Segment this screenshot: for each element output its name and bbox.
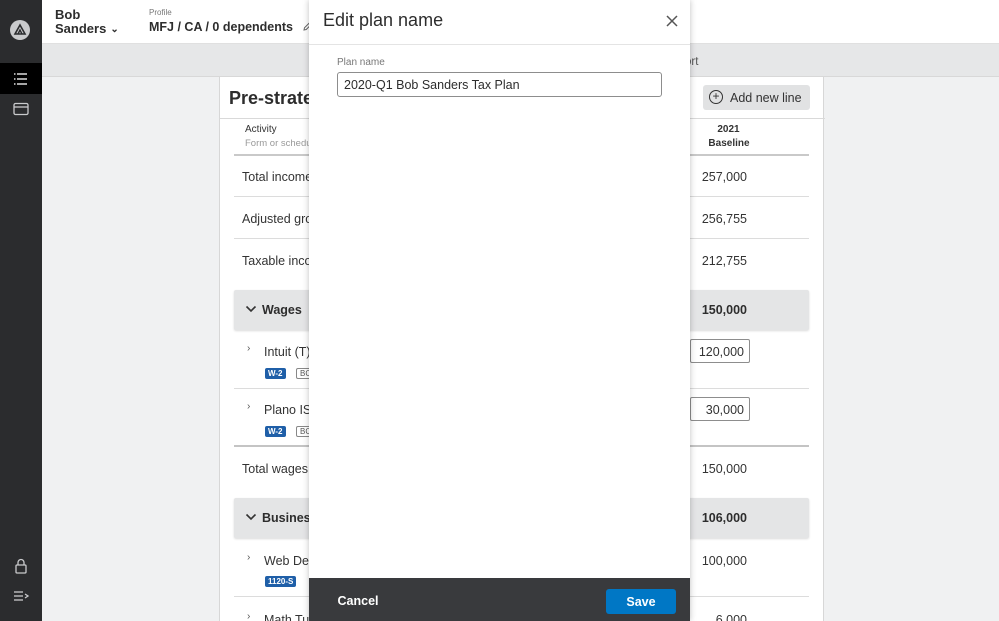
wage-amount-input[interactable]: 120,000: [690, 339, 750, 363]
row-label-total-wages: Total wages: [242, 462, 309, 476]
column-baseline: Baseline: [708, 138, 750, 149]
menu-collapse-icon[interactable]: [11, 586, 31, 606]
form-tag: 1120-S: [265, 576, 297, 587]
chevron-down-icon: [245, 302, 257, 314]
edit-plan-name-dialog: Edit plan name Plan name Cancel Save: [309, 0, 690, 621]
row-label-total-income: Total income: [242, 170, 313, 184]
chevron-right-icon[interactable]: ›: [247, 611, 250, 621]
card-icon[interactable]: [11, 99, 31, 119]
row-label-taxable-income: Taxable incor: [242, 254, 316, 268]
client-first-name: Bob: [55, 7, 81, 22]
row-label-agi: Adjusted gros: [242, 212, 319, 226]
dialog-footer: Cancel Save: [309, 578, 690, 621]
add-new-line-button[interactable]: + Add new line: [703, 85, 810, 110]
app-logo-icon[interactable]: [10, 20, 30, 40]
column-activity: Activity: [245, 124, 277, 135]
form-tag: W-2: [265, 426, 286, 437]
profile-summary: MFJ / CA / 0 dependents: [149, 20, 314, 34]
wage-amount-input[interactable]: 30,000: [690, 397, 750, 421]
form-tag: W-2: [265, 368, 286, 379]
add-new-line-label: Add new line: [730, 91, 802, 105]
profile-value: MFJ / CA / 0 dependents: [149, 20, 294, 34]
column-activity-sub: Form or schedu: [245, 138, 312, 149]
divider: [309, 44, 690, 45]
plan-name-label: Plan name: [337, 57, 385, 68]
plan-name-input[interactable]: [337, 72, 662, 97]
cancel-button[interactable]: Cancel: [329, 588, 387, 613]
chevron-right-icon[interactable]: ›: [247, 401, 250, 412]
wage-item-label: Intuit (T): [264, 345, 311, 359]
business-item-label: Web Des: [264, 554, 316, 568]
column-year: 2021: [717, 124, 740, 135]
chevron-right-icon[interactable]: ›: [247, 552, 250, 563]
section-label: Wages: [262, 303, 302, 317]
close-icon[interactable]: [665, 14, 679, 28]
chevron-right-icon[interactable]: ›: [247, 343, 250, 354]
left-nav-rail: [0, 0, 42, 621]
list-icon[interactable]: [11, 69, 31, 89]
lock-icon[interactable]: [11, 556, 31, 576]
dialog-title: Edit plan name: [323, 10, 444, 30]
save-button[interactable]: Save: [606, 589, 676, 614]
chevron-down-icon: [245, 510, 257, 522]
chevron-down-icon: ⌄: [110, 24, 119, 35]
client-switcher[interactable]: Bob Sanders ⌄: [55, 8, 119, 37]
plus-circle-icon: +: [709, 90, 723, 104]
profile-label: Profile: [149, 8, 172, 17]
client-last-name: Sanders: [55, 21, 107, 36]
